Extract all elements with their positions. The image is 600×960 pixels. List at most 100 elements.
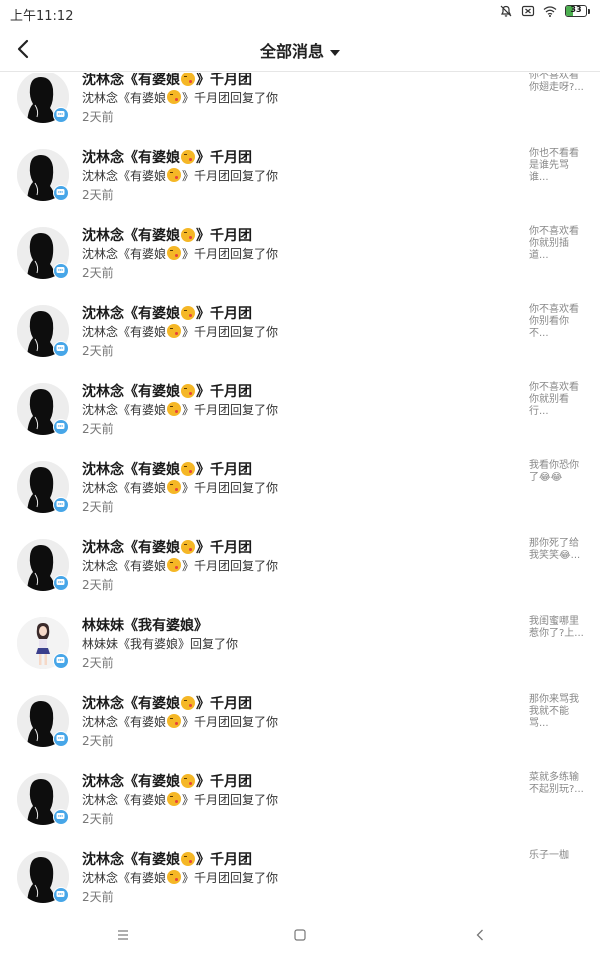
message-summary: 沈林念《有婆娘 》千月团回复了你 — [82, 245, 278, 262]
reply-preview-text: 你不喜欢看你就别看行... — [529, 382, 579, 417]
comment-bubble-icon — [53, 341, 69, 357]
reply-preview-text: 乐子一枷 — [529, 850, 569, 861]
sender-name: 沈林念《有婆娘 》千月团 — [82, 771, 252, 791]
sender-name-part2: 》千月团 — [196, 774, 252, 790]
message-time: 2天前 — [82, 422, 114, 436]
message-summary: 沈林念《有婆娘 》千月团回复了你 — [82, 323, 278, 340]
sender-name-part1: 沈林念《有婆娘 — [82, 150, 180, 166]
comment-bubble-icon — [53, 887, 69, 903]
sender-name: 沈林念《有婆娘 》千月团 — [82, 693, 252, 713]
reply-preview: 你不喜欢看你就别插道... — [529, 226, 585, 262]
reply-preview-text: 你也不看看是谁先骂谁... — [529, 148, 579, 183]
reply-preview: 你不喜欢看你别看你不... — [529, 304, 585, 340]
reply-preview-text: 你不喜欢看你翅走呀?... — [529, 73, 584, 93]
message-time: 2天前 — [82, 656, 114, 670]
message-row[interactable]: 沈林念《有婆娘 》千月团 沈林念《有婆娘 》千月团回复了你 2天前 你不喜欢看你别看你不.… — [0, 290, 600, 368]
kissing-face-emoji-icon — [181, 150, 195, 164]
reply-preview: 乐子一枷 — [529, 850, 585, 862]
comment-bubble-icon — [53, 809, 69, 825]
message-row[interactable]: 沈林念《有婆娘 》千月团 沈林念《有婆娘 》千月团回复了你 2天前 那你来骂我我就不能骂.… — [0, 680, 600, 758]
reply-preview-text: 菜就多练输不起别玩?... — [529, 772, 584, 795]
message-row[interactable]: 沈林念《有婆娘 》千月团 沈林念《有婆娘 》千月团回复了你 2天前 你不喜欢看你翅走呀?.… — [0, 73, 600, 134]
kissing-face-emoji-icon — [181, 852, 195, 866]
reply-preview-text: 我闺蜜哪里惹你了?上... — [529, 616, 584, 639]
sender-name: 沈林念《有婆娘 》千月团 — [82, 537, 252, 557]
message-summary: 林妹妹《我有婆娘》回复了你 — [82, 635, 238, 652]
message-summary-part2: 》千月团回复了你 — [182, 793, 279, 807]
caret-down-icon[interactable] — [330, 49, 340, 56]
wifi-icon — [543, 6, 557, 17]
status-time: 上午11:12 — [10, 9, 74, 24]
message-summary: 沈林念《有婆娘 》千月团回复了你 — [82, 479, 278, 496]
sender-name-part1: 沈林念《有婆娘 — [82, 384, 180, 400]
message-row[interactable]: 沈林念《有婆娘 》千月团 沈林念《有婆娘 》千月团回复了你 2天前 乐子一枷 — [0, 836, 600, 910]
sender-name: 沈林念《有婆娘 》千月团 — [82, 303, 252, 323]
sender-name-part2: 》千月团 — [196, 852, 252, 868]
comment-bubble-icon — [53, 653, 69, 669]
reply-preview-text: 那你死了给我笑笑😂... — [529, 538, 581, 561]
reply-preview-text: 你不喜欢看你别看你不... — [529, 304, 579, 339]
message-summary-part2: 》千月团回复了你 — [182, 91, 279, 105]
message-summary: 沈林念《有婆娘 》千月团回复了你 — [82, 557, 278, 574]
message-summary-part2: 》千月团回复了你 — [182, 559, 279, 573]
kissing-face-emoji-icon — [167, 714, 182, 728]
message-summary-part1: 沈林念《有婆娘 — [82, 715, 167, 729]
status-bar: 上午11:12 33 — [0, 0, 600, 26]
sender-name-part1: 沈林念《有婆娘 — [82, 696, 180, 712]
sender-name-part1: 沈林念《有婆娘 — [82, 774, 180, 790]
system-nav-bar — [0, 910, 600, 960]
message-summary-part1: 沈林念《有婆娘 — [82, 403, 167, 417]
message-summary: 沈林念《有婆娘 》千月团回复了你 — [82, 713, 278, 730]
sender-name-part1: 林妹妹《我有婆娘》 — [82, 618, 208, 634]
home-square-icon[interactable] — [293, 928, 307, 942]
sender-name: 沈林念《有婆娘 》千月团 — [82, 849, 252, 869]
page-title[interactable]: 全部消息 — [260, 42, 324, 61]
back-triangle-icon[interactable] — [473, 928, 487, 942]
message-row[interactable]: 沈林念《有婆娘 》千月团沈林念《有婆娘 》千月团回复了你 2天前 那你死了给我笑笑😂..… — [0, 524, 600, 602]
sender-name-part2: 》千月团 — [196, 73, 252, 88]
kissing-face-emoji-icon — [167, 246, 182, 260]
message-row[interactable]: 沈林念《有婆娘 》千月团 沈林念《有婆娘 》千月团回复了你 2天前 你不喜欢看你就别插道.… — [0, 212, 600, 290]
status-icons: 33 — [499, 4, 590, 18]
sender-name: 林妹妹《我有婆娘》 — [82, 615, 208, 635]
message-summary: 沈林念《有婆娘 》千月团回复了你 — [82, 869, 278, 886]
message-row[interactable]: 沈林念《有婆娘 》千月团 沈林念《有婆娘 》千月团回复了你 2天前 我看你恐你了😂😂 — [0, 446, 600, 524]
reply-preview: 你不喜欢看你翅走呀?... — [529, 73, 585, 94]
sender-name-part1: 沈林念《有婆娘 — [82, 462, 180, 478]
comment-bubble-icon — [53, 575, 69, 591]
mute-bell-icon — [500, 5, 512, 17]
message-list[interactable]: 沈林念《有婆娘 》千月团 沈林念《有婆娘 》千月团回复了你 2天前 你不喜欢看你翅走呀?.… — [0, 73, 600, 910]
title-dropdown[interactable]: 全部消息 — [0, 38, 600, 62]
message-time: 2天前 — [82, 188, 114, 202]
reply-preview: 我闺蜜哪里惹你了?上... — [529, 616, 585, 640]
comment-bubble-icon — [53, 731, 69, 747]
message-row[interactable]: 林妹妹《我有婆娘》林妹妹《我有婆娘》回复了你 2天前 我闺蜜哪里惹你了?上... — [0, 602, 600, 680]
reply-preview-text: 你不喜欢看你就别插道... — [529, 226, 579, 261]
message-row[interactable]: 沈林念《有婆娘 》千月团 沈林念《有婆娘 》千月团回复了你 2天前 你也不看看是谁先骂谁.… — [0, 134, 600, 212]
comment-bubble-icon — [53, 263, 69, 279]
sim-x-icon — [521, 5, 535, 17]
reply-preview: 那你死了给我笑笑😂... — [529, 538, 585, 562]
message-summary-part1: 沈林念《有婆娘 — [82, 481, 167, 495]
sender-name-part2: 》千月团 — [196, 150, 252, 166]
kissing-face-emoji-icon — [181, 462, 195, 476]
message-summary-part1: 沈林念《有婆娘 — [82, 559, 167, 573]
kissing-face-emoji-icon — [167, 870, 182, 884]
message-summary-part2: 》千月团回复了你 — [182, 715, 279, 729]
header-bar: 全部消息 — [0, 26, 600, 72]
kissing-face-emoji-icon — [167, 402, 182, 416]
sender-name-part2: 》千月团 — [196, 306, 252, 322]
message-summary-part1: 沈林念《有婆娘 — [82, 793, 167, 807]
reply-preview: 那你来骂我我就不能骂... — [529, 694, 585, 730]
message-summary-part2: 》千月团回复了你 — [182, 481, 279, 495]
message-summary-part1: 林妹妹《我有婆娘》回复了你 — [82, 637, 239, 651]
message-time: 2天前 — [82, 578, 114, 592]
sender-name-part2: 》千月团 — [196, 462, 252, 478]
reply-preview: 我看你恐你了😂😂 — [529, 460, 585, 484]
menu-icon[interactable] — [116, 928, 130, 942]
kissing-face-emoji-icon — [181, 696, 195, 710]
message-time: 2天前 — [82, 734, 114, 748]
message-row[interactable]: 沈林念《有婆娘 》千月团 沈林念《有婆娘 》千月团回复了你 2天前 菜就多练输不起别玩?.… — [0, 758, 600, 836]
message-row[interactable]: 沈林念《有婆娘 》千月团 沈林念《有婆娘 》千月团回复了你 2天前 你不喜欢看你就别看行.… — [0, 368, 600, 446]
reply-preview-text: 那你来骂我我就不能骂... — [529, 694, 579, 729]
